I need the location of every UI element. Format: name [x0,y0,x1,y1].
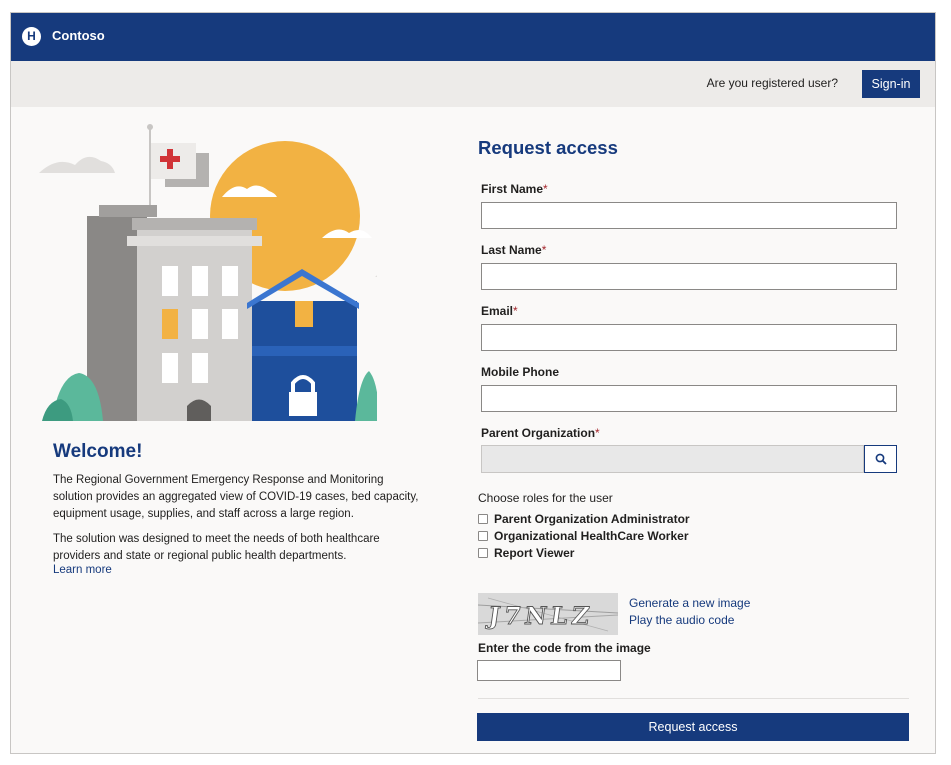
intro-paragraph-2: The solution was designed to meet the ne… [53,533,380,562]
parent-organization-label: Parent Organization* [481,426,600,440]
search-icon [875,453,887,465]
hospital-left-roof [99,205,157,217]
window-5 [192,309,208,339]
email-label: Email* [481,304,518,318]
mobile-phone-input[interactable] [481,385,897,412]
captcha-image: J7NLZ [478,593,618,635]
window-2 [192,266,208,296]
hospital-logo-icon: H [22,27,41,46]
window-4 [162,309,178,339]
parent-organization-search-button[interactable] [864,445,897,473]
window-3 [222,266,238,296]
hospital-main-roof [132,218,257,230]
welcome-heading: Welcome! [53,441,143,462]
mobile-phone-label: Mobile Phone [481,365,559,379]
window-7 [162,353,178,383]
sign-in-button[interactable]: Sign-in [862,70,920,98]
cloud-far-right [375,275,377,277]
roles-title: Choose roles for the user [478,491,613,505]
required-marker: * [513,304,518,318]
request-access-button[interactable]: Request access [477,713,909,741]
form-divider [478,698,909,699]
flag-pole-top [147,124,153,130]
cloud-left [39,156,115,173]
required-marker: * [541,243,547,257]
generate-new-image-link[interactable]: Generate a new image [629,596,750,610]
checkbox-icon[interactable] [478,548,488,558]
parent-organization-input[interactable] [481,445,864,473]
sign-in-bar: Are you registered user? Sign-in [11,61,935,107]
top-navigation-bar: H Contoso [11,13,935,61]
window-1 [162,266,178,296]
window-8 [192,353,208,383]
hospital-door [187,399,211,421]
checkbox-icon[interactable] [478,531,488,541]
email-input[interactable] [481,324,897,351]
flag-cross-horizontal [160,156,180,162]
lock-body [289,392,317,416]
hospital-main-cornice [127,236,262,246]
hospital-illustration [39,124,377,421]
bush-right [355,371,377,421]
intro-paragraph: The Regional Government Emergency Respon… [53,474,419,520]
captcha-code-label: Enter the code from the image [478,641,651,655]
first-name-label: First Name* [481,182,548,196]
app-frame: H Contoso Are you registered user? Sign-… [10,12,936,754]
role-label: Report Viewer [494,546,575,560]
form-title: Request access [478,137,618,158]
secure-building-window [295,301,313,327]
first-name-input[interactable] [481,202,897,229]
learn-more-link[interactable]: Learn more [53,564,112,576]
captcha-text: J7NLZ [485,601,595,630]
last-name-label: Last Name* [481,243,547,257]
secure-building-band [252,346,357,356]
role-label: Parent Organization Administrator [494,512,690,526]
checkbox-icon[interactable] [478,514,488,524]
required-marker: * [543,182,548,196]
registered-user-prompt: Are you registered user? [706,76,838,90]
window-6 [222,309,238,339]
role-label: Organizational HealthCare Worker [494,529,689,543]
captcha-image-noise: J7NLZ [478,593,618,635]
last-name-input[interactable] [481,263,897,290]
captcha-code-input[interactable] [477,660,621,681]
play-audio-code-link[interactable]: Play the audio code [629,613,734,627]
brand-name[interactable]: Contoso [52,28,105,43]
required-marker: * [595,426,600,440]
